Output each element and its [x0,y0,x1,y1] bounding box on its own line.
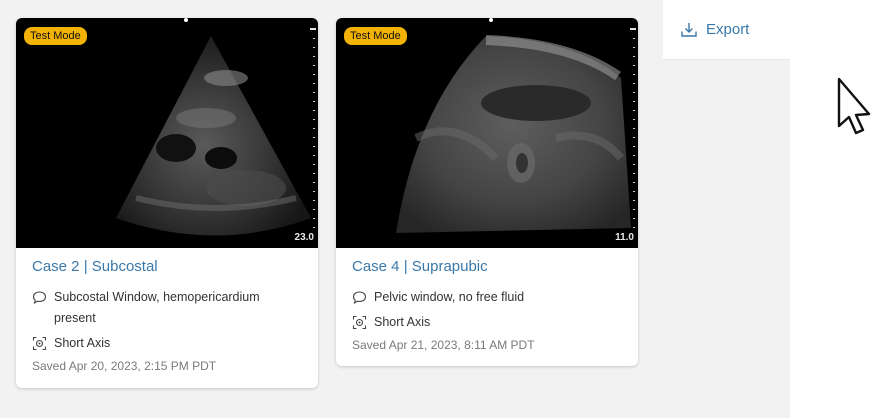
depth-scale-marker [630,28,636,30]
orientation-marker [184,18,188,22]
export-label: Export [706,21,750,38]
hand-pointer-icon [837,77,871,135]
saved-timestamp: Saved Apr 21, 2023, 8:11 AM PDT [352,338,535,352]
download-icon [681,22,697,37]
comment-icon [352,291,367,305]
orientation-marker [489,18,493,22]
comment-icon [32,291,47,305]
test-mode-badge: Test Mode [344,27,407,45]
ultrasound-image[interactable]: Test Mode 11.0 [336,18,638,248]
depth-scale [313,38,315,228]
case-title[interactable]: Case 2 | Subcostal [32,258,302,276]
test-mode-badge: Test Mode [24,27,87,45]
subcostal-scan-image [116,36,311,236]
view-label: Short Axis [374,315,431,329]
saved-timestamp: Saved Apr 20, 2023, 2:15 PM PDT [32,359,217,373]
export-button[interactable]: Export [663,0,790,60]
view-row: Short Axis [32,333,302,354]
comment-text: Subcostal Window, hemopericardium presen… [54,290,260,325]
case-card[interactable]: Test Mode 23.0 Case 2 | Subcostal Subcos… [16,18,318,388]
view-label: Short Axis [54,336,111,350]
case-card[interactable]: Test Mode 11.0 Case 4 | Suprapubic Pelvi… [336,18,638,366]
comment-text: Pelvic window, no free fluid [374,290,525,304]
comment-row: Pelvic window, no free fluid [352,287,622,308]
depth-scale [633,38,635,228]
depth-value: 23.0 [294,232,314,243]
view-row: Short Axis [352,312,622,333]
suprapubic-scan-image [396,35,631,233]
ultrasound-image[interactable]: Test Mode 23.0 [16,18,318,248]
comment-row: Subcostal Window, hemopericardium presen… [32,287,302,329]
scan-view-icon [352,315,367,330]
side-panel-background [663,60,790,418]
case-title[interactable]: Case 4 | Suprapubic [352,258,622,276]
depth-scale-marker [310,28,316,30]
scan-view-icon [32,336,47,351]
depth-value: 11.0 [615,232,634,243]
